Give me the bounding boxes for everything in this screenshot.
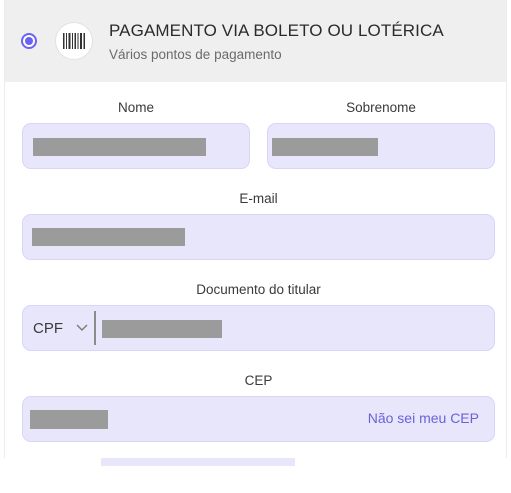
payment-panel: PAGAMENTO VIA BOLETO OU LOTÉRICA Vários … xyxy=(4,0,507,458)
barcode-icon xyxy=(55,22,93,60)
document-type-select[interactable]: CPF xyxy=(23,306,95,350)
cep-redacted-value xyxy=(30,410,108,429)
cep-label: CEP xyxy=(244,373,273,388)
payment-option-subtitle: Vários pontos de pagamento xyxy=(109,47,282,62)
next-field-partial xyxy=(101,458,295,466)
email-label: E-mail xyxy=(239,191,278,206)
documento-label: Documento do titular xyxy=(196,282,321,297)
email-redacted-value xyxy=(32,228,185,246)
documento-field[interactable]: CPF xyxy=(22,305,495,351)
radio-selected-dot xyxy=(25,37,33,45)
document-type-divider xyxy=(94,311,96,345)
chevron-down-icon xyxy=(76,324,88,332)
payment-option-header[interactable]: PAGAMENTO VIA BOLETO OU LOTÉRICA Vários … xyxy=(5,0,506,82)
cep-field[interactable]: Não sei meu CEP xyxy=(22,396,495,442)
payment-option-title: PAGAMENTO VIA BOLETO OU LOTÉRICA xyxy=(109,21,444,40)
documento-redacted-value xyxy=(102,320,222,338)
payment-option-radio[interactable] xyxy=(21,33,37,49)
nao-sei-cep-link[interactable]: Não sei meu CEP xyxy=(368,410,479,426)
nome-field[interactable] xyxy=(22,123,250,169)
sobrenome-label: Sobrenome xyxy=(346,100,416,115)
nome-redacted-value xyxy=(33,138,206,156)
document-type-value: CPF xyxy=(33,319,63,337)
email-field[interactable] xyxy=(22,214,495,260)
nome-label: Nome xyxy=(117,100,154,115)
sobrenome-redacted-value xyxy=(272,138,378,156)
sobrenome-field[interactable] xyxy=(267,123,495,169)
